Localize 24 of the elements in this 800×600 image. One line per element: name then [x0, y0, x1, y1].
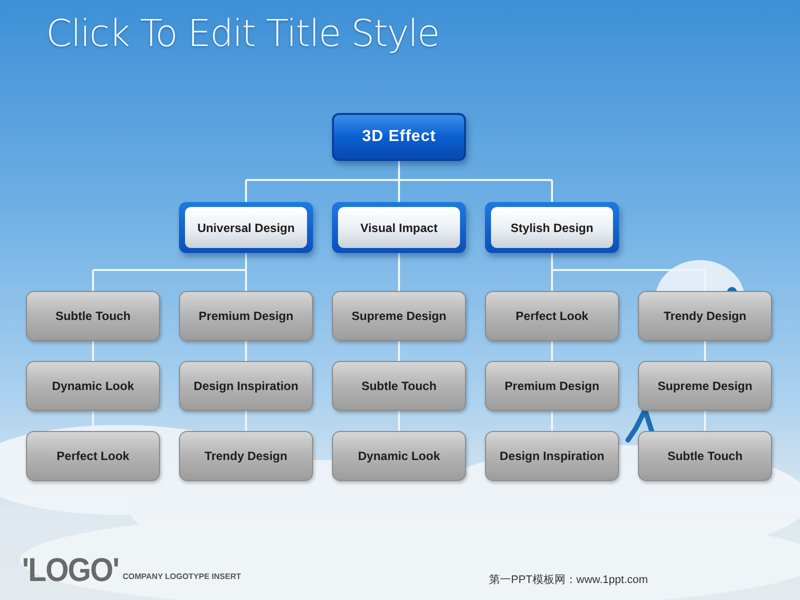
leaf-node: Supreme Design — [332, 291, 466, 341]
logo-tagline: COMPANY LOGOTYPE INSERT — [122, 572, 241, 581]
leaf-node: Premium Design — [485, 361, 619, 411]
leaf-node: Perfect Look — [26, 431, 160, 481]
leaf-node: Subtle Touch — [638, 431, 772, 481]
stick-drawing — [626, 408, 654, 442]
leaf-node: Perfect Look — [485, 291, 619, 341]
branch-node: Visual Impact — [332, 202, 466, 253]
website-credit: 第一PPT模板网：www.1ppt.com — [489, 573, 648, 587]
leaf-node: Design Inspiration — [485, 431, 619, 481]
branch-node: Universal Design — [179, 202, 313, 253]
leaf-node: Premium Design — [179, 291, 313, 341]
logo-text: 'LOGO' — [22, 552, 119, 590]
leaf-node: Trendy Design — [179, 431, 313, 481]
leaf-node: Supreme Design — [638, 361, 772, 411]
leaf-node: Subtle Touch — [26, 291, 160, 341]
root-node: 3D Effect — [332, 113, 466, 161]
leaf-node: Subtle Touch — [332, 361, 466, 411]
branch-node: Stylish Design — [485, 202, 619, 253]
leaf-node: Trendy Design — [638, 291, 772, 341]
slide-title: Click To Edit Title Style — [46, 12, 440, 55]
leaf-node: Dynamic Look — [332, 431, 466, 481]
leaf-node: Design Inspiration — [179, 361, 313, 411]
leaf-node: Dynamic Look — [26, 361, 160, 411]
